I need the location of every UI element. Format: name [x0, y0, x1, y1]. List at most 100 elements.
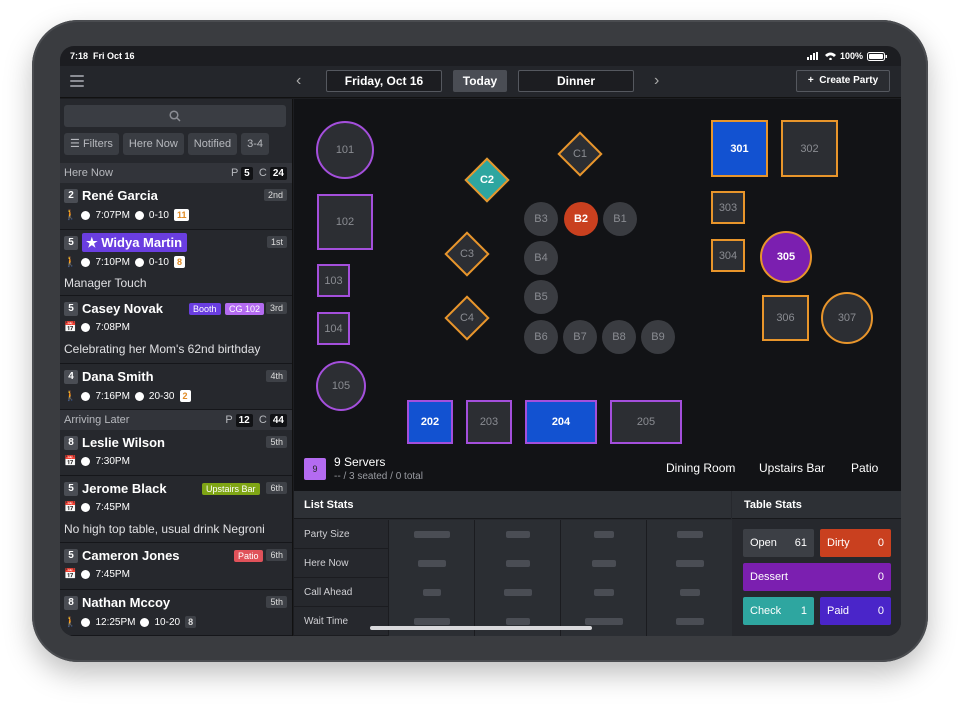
stat-cell	[560, 520, 646, 549]
party-rank: 5th	[266, 596, 287, 608]
size-chip[interactable]: 3-4	[241, 133, 269, 155]
stat-paid[interactable]: Paid 0	[820, 597, 891, 625]
clock-icon	[81, 570, 91, 579]
party-row[interactable]: 8 Leslie Wilson 5th 📅 7:30PM	[60, 430, 292, 476]
timer-icon	[140, 617, 150, 627]
room-tab-patio[interactable]: Patio	[851, 461, 878, 475]
party-name: René Garcia	[82, 188, 158, 203]
home-indicator[interactable]	[370, 626, 592, 630]
table-102[interactable]: 102	[317, 194, 373, 250]
table-b1[interactable]: B1	[603, 202, 637, 236]
party-row[interactable]: 5 Jerome Black Upstairs Bar 6th 📅 7:45PM…	[60, 476, 292, 543]
table-103[interactable]: 103	[317, 264, 350, 297]
stat-open[interactable]: Open 61	[743, 529, 814, 557]
create-party-label: Create Party	[819, 75, 879, 86]
table-b7[interactable]: B7	[563, 320, 597, 354]
party-name: Leslie Wilson	[82, 435, 165, 450]
status-bar: 7:18 Fri Oct 16 100%	[60, 46, 901, 66]
calendar-icon: 📅	[64, 322, 77, 333]
next-day-chevron-icon[interactable]: ›	[654, 72, 659, 90]
timer-icon	[134, 210, 144, 220]
party-row[interactable]: 4 Dana Smith 4th 🚶 7:16PM 20-30 2	[60, 364, 292, 410]
servers-subtitle: -- / 3 seated / 0 total	[334, 471, 423, 482]
party-name: Dana Smith	[82, 369, 154, 384]
party-meta: 🚶 7:07PM 0-10 11	[64, 209, 190, 221]
clock-icon	[81, 457, 91, 466]
party-row[interactable]: 5 ★ Widya Martin 1st 🚶 7:10PM 0-10 8 Man…	[60, 230, 292, 296]
table-b6[interactable]: B6	[524, 320, 558, 354]
search-icon	[169, 110, 181, 122]
table-302[interactable]: 302	[781, 120, 838, 177]
table-c3[interactable]: C3	[444, 231, 490, 277]
table-202[interactable]: 202	[407, 400, 453, 444]
party-rank: 6th	[266, 482, 287, 494]
table-b5[interactable]: B5	[524, 280, 558, 314]
stat-cell	[388, 549, 474, 578]
party-rank: 1st	[266, 236, 287, 248]
table-b3[interactable]: B3	[524, 202, 558, 236]
table-205[interactable]: 205	[610, 400, 682, 444]
table-203[interactable]: 203	[466, 400, 512, 444]
table-c1[interactable]: C1	[557, 131, 603, 177]
stat-cell	[646, 520, 732, 549]
table-c2[interactable]: C2	[464, 157, 510, 203]
room-tab-upstairs-bar[interactable]: Upstairs Bar	[759, 461, 825, 475]
walk-in-icon: 🚶	[64, 256, 77, 268]
table-204[interactable]: 204	[525, 400, 597, 444]
clock-icon	[81, 391, 91, 401]
status-right: 100%	[806, 51, 887, 61]
party-meta: 🚶 7:16PM 20-30 2	[64, 390, 191, 402]
table-b4[interactable]: B4	[524, 241, 558, 275]
stat-check[interactable]: Check 1	[743, 597, 814, 625]
party-rank: 5th	[266, 436, 287, 448]
table-306[interactable]: 306	[762, 295, 809, 341]
party-row[interactable]: 8 Nathan Mccoy 5th 🚶 12:25PM 10-20 8	[60, 590, 292, 636]
date-selector[interactable]: Friday, Oct 16	[326, 70, 442, 92]
party-size: 5	[64, 549, 78, 563]
party-row[interactable]: 5 Casey Novak Booth CG 102 3rd 📅 7:08PM …	[60, 296, 292, 364]
party-name: Casey Novak	[82, 301, 163, 316]
stat-dirty[interactable]: Dirty 0	[820, 529, 891, 557]
table-304[interactable]: 304	[711, 239, 745, 272]
stat-row-here-now: Here Now	[294, 549, 732, 578]
table-c4[interactable]: C4	[444, 295, 490, 341]
table-b8[interactable]: B8	[602, 320, 636, 354]
walk-in-icon: 🚶	[64, 209, 77, 221]
stat-cell	[388, 578, 474, 607]
party-size: 8	[64, 596, 78, 610]
table-stats-title: Table Stats	[732, 491, 901, 519]
stat-cell	[474, 549, 560, 578]
table-105[interactable]: 105	[316, 361, 366, 411]
create-party-button[interactable]: + Create Party	[796, 70, 890, 92]
party-row[interactable]: 2 René Garcia 2nd 🚶 7:07PM 0-10 11	[60, 183, 292, 230]
table-303[interactable]: 303	[711, 191, 745, 224]
servers-badge[interactable]: 9	[304, 458, 326, 480]
room-tab-dining-room[interactable]: Dining Room	[666, 461, 735, 475]
party-row[interactable]: 5 Cameron Jones Patio 6th 📅 7:45PM	[60, 543, 292, 590]
filters-chip[interactable]: ☰ Filters	[64, 133, 119, 155]
arriving-later-counts: P 12 C 44	[225, 410, 287, 430]
shift-selector[interactable]: Dinner	[518, 70, 634, 92]
prev-day-chevron-icon[interactable]: ‹	[296, 72, 301, 90]
table-307[interactable]: 307	[821, 292, 873, 344]
stat-dessert[interactable]: Dessert 0	[743, 563, 891, 591]
notified-chip[interactable]: Notified	[187, 133, 238, 155]
table-b9[interactable]: B9	[641, 320, 675, 354]
today-button[interactable]: Today	[453, 70, 507, 92]
wait-count: 8	[173, 256, 185, 268]
party-name: ★ Widya Martin	[82, 233, 188, 252]
walk-in-icon: 🚶	[64, 616, 77, 628]
menu-icon[interactable]	[70, 75, 84, 87]
table-305[interactable]: 305	[760, 231, 812, 283]
party-size: 5	[64, 236, 78, 250]
table-101[interactable]: 101	[316, 121, 374, 179]
party-rank: 2nd	[263, 189, 287, 201]
stat-row-party-size: Party Size	[294, 520, 732, 549]
party-size: 4	[64, 370, 78, 384]
here-now-chip[interactable]: Here Now	[122, 133, 184, 155]
table-301[interactable]: 301	[711, 120, 768, 177]
table-b2[interactable]: B2	[564, 202, 598, 236]
stat-cell	[560, 578, 646, 607]
search-input[interactable]	[64, 105, 286, 127]
table-104[interactable]: 104	[317, 312, 350, 345]
